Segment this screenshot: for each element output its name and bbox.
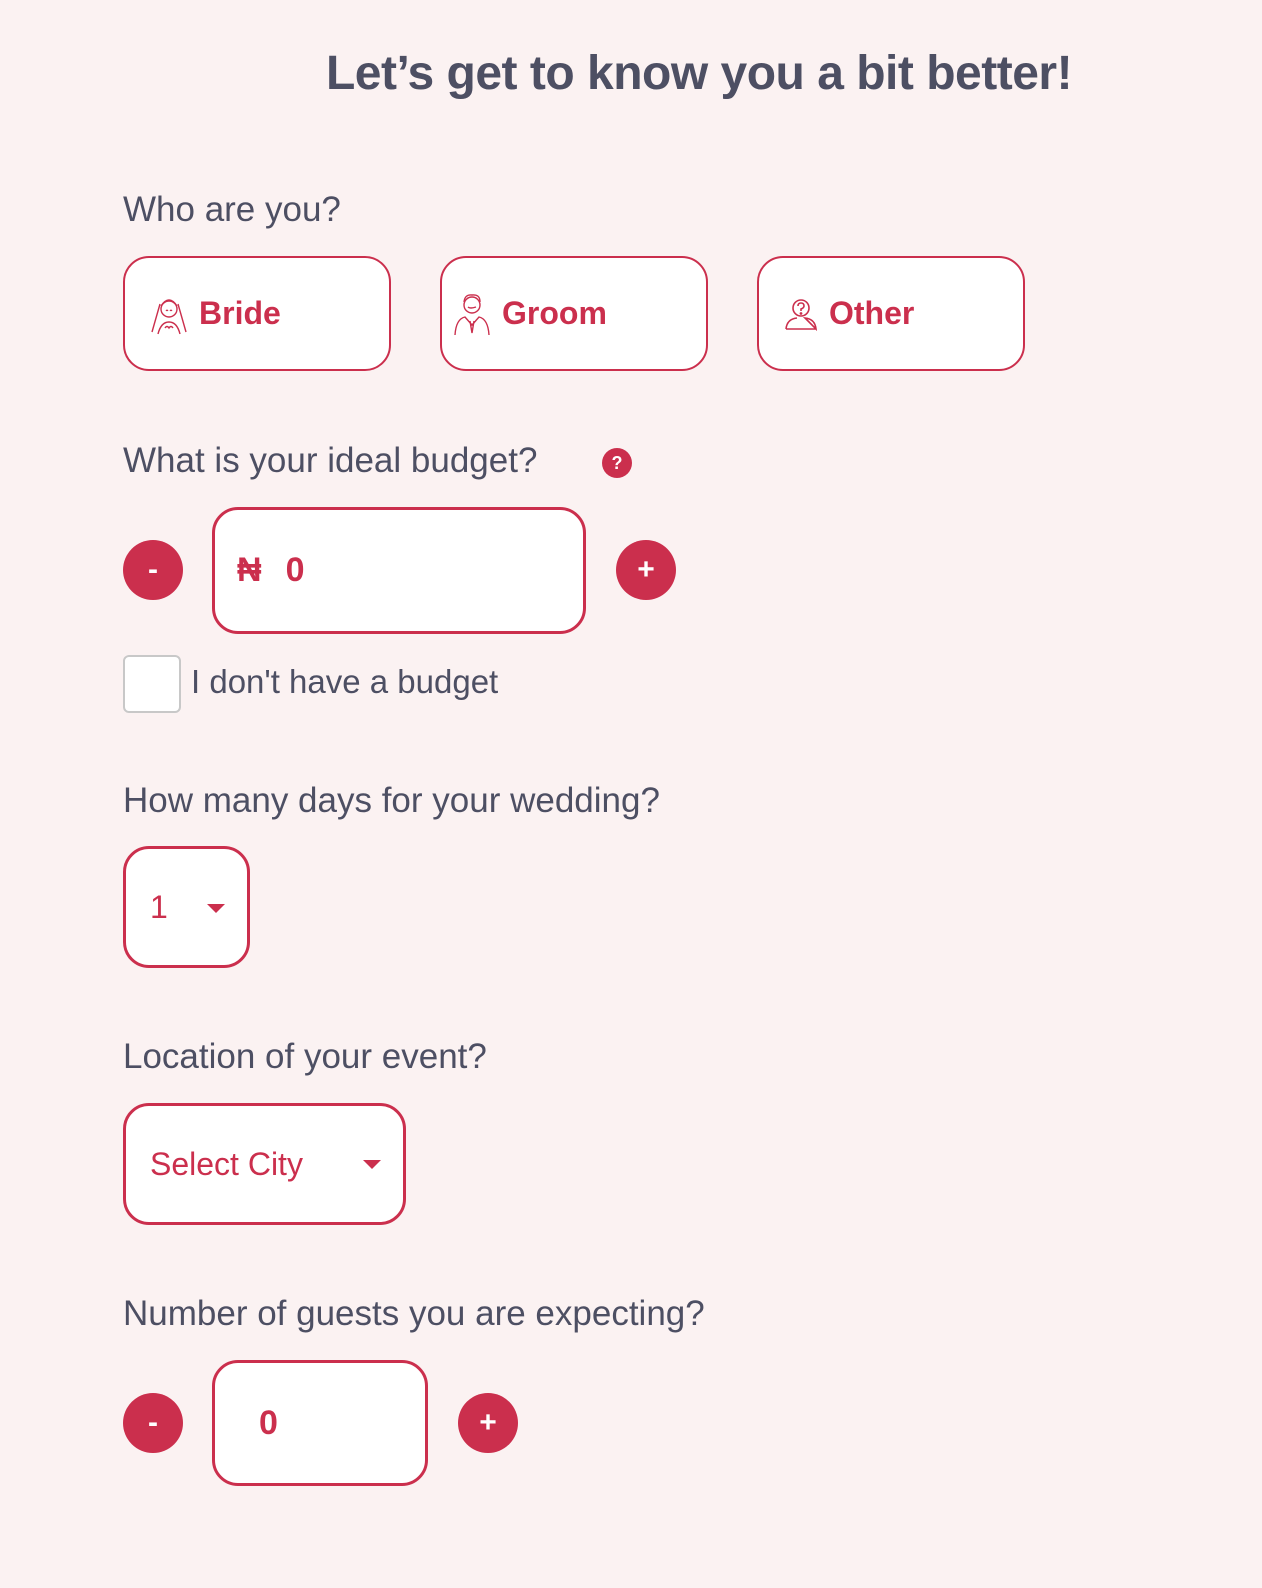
budget-input[interactable]: ₦ 0 bbox=[212, 507, 586, 634]
who-are-you-label: Who are you? bbox=[123, 190, 341, 229]
bride-option-label: Bride bbox=[199, 295, 281, 331]
page-title: Let’s get to know you a bit better! bbox=[325, 47, 1073, 100]
guests-increment-button[interactable]: + bbox=[458, 1393, 518, 1453]
days-select[interactable]: 1 bbox=[123, 846, 250, 968]
guests-label: Number of guests you are expecting? bbox=[123, 1294, 705, 1333]
currency-symbol: ₦ bbox=[237, 551, 262, 589]
groom-icon bbox=[450, 291, 494, 337]
budget-value: 0 bbox=[285, 551, 305, 589]
budget-decrement-button[interactable]: - bbox=[123, 540, 183, 600]
other-option-label: Other bbox=[829, 295, 915, 331]
no-budget-label: I don't have a budget bbox=[191, 663, 499, 700]
budget-increment-button[interactable]: + bbox=[616, 540, 676, 600]
guests-value: 0 bbox=[259, 1403, 278, 1442]
chevron-down-icon bbox=[363, 1160, 381, 1169]
days-selected-value: 1 bbox=[150, 889, 168, 925]
guests-input[interactable]: 0 bbox=[212, 1360, 428, 1486]
guests-decrement-button[interactable]: - bbox=[123, 1393, 183, 1453]
groom-option-button[interactable]: Groom bbox=[440, 256, 708, 371]
city-placeholder: Select City bbox=[150, 1146, 303, 1182]
days-label: How many days for your wedding? bbox=[123, 781, 660, 820]
groom-option-label: Groom bbox=[502, 295, 607, 331]
budget-label: What is your ideal budget? bbox=[123, 441, 538, 480]
person-question-icon bbox=[779, 291, 823, 337]
bride-option-button[interactable]: Bride bbox=[123, 256, 391, 371]
other-option-button[interactable]: Other bbox=[757, 256, 1025, 371]
city-select[interactable]: Select City bbox=[123, 1103, 406, 1225]
location-label: Location of your event? bbox=[123, 1037, 487, 1076]
bride-icon bbox=[147, 291, 191, 337]
no-budget-checkbox[interactable] bbox=[123, 655, 181, 713]
help-icon[interactable]: ? bbox=[602, 448, 632, 478]
chevron-down-icon bbox=[207, 904, 225, 913]
